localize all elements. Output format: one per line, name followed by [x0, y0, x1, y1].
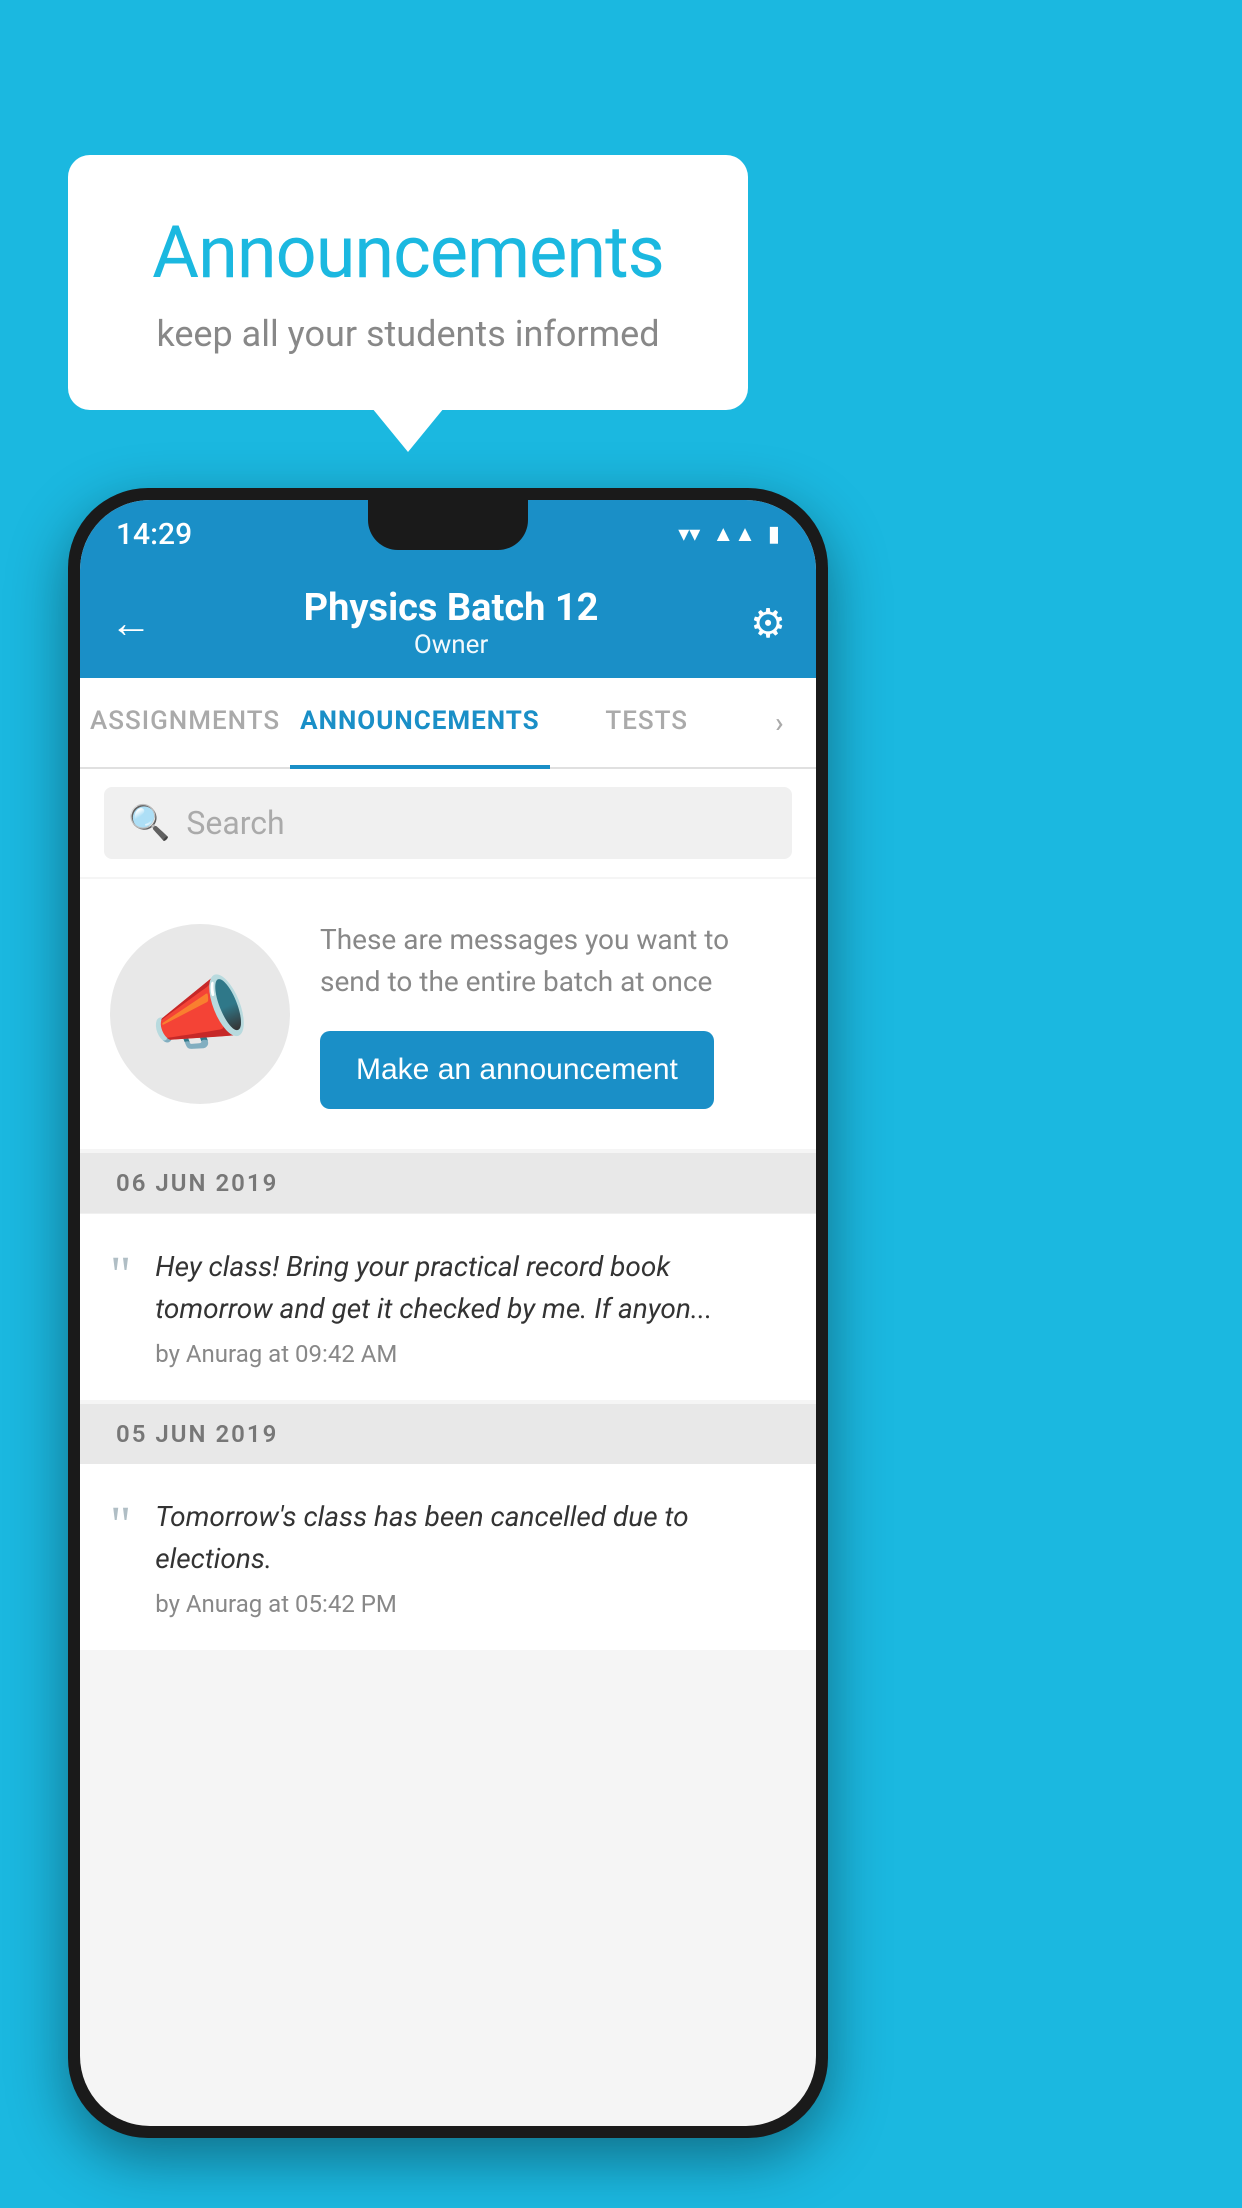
signal-icon: ▲▲: [712, 521, 756, 547]
bubble-title: Announcements: [128, 210, 688, 295]
megaphone-icon: 📣: [150, 967, 250, 1061]
speech-bubble-card: Announcements keep all your students inf…: [68, 155, 748, 410]
announcement-content-1: Hey class! Bring your practical record b…: [155, 1246, 786, 1368]
phone-mockup: 14:29 ▾▾ ▲▲ ▮ ← Physics Batch 12 Owner ⚙…: [68, 488, 828, 2138]
batch-title: Physics Batch 12: [304, 586, 599, 630]
owner-label: Owner: [304, 630, 599, 660]
phone-outer-frame: 14:29 ▾▾ ▲▲ ▮ ← Physics Batch 12 Owner ⚙…: [68, 488, 828, 2138]
search-placeholder: Search: [186, 804, 284, 842]
announcement-content-2: Tomorrow's class has been cancelled due …: [155, 1496, 786, 1618]
quote-icon-2: ": [110, 1500, 131, 1552]
quote-icon-1: ": [110, 1250, 131, 1302]
promo-right: These are messages you want to send to t…: [320, 919, 786, 1109]
tab-announcements[interactable]: ANNOUNCEMENTS: [290, 678, 549, 769]
app-header: ← Physics Batch 12 Owner ⚙: [80, 568, 816, 678]
announcement-text-2: Tomorrow's class has been cancelled due …: [155, 1496, 786, 1580]
announcement-meta-2: by Anurag at 05:42 PM: [155, 1590, 786, 1618]
tab-more[interactable]: ›: [744, 678, 816, 767]
tabs-bar: ASSIGNMENTS ANNOUNCEMENTS TESTS ›: [80, 678, 816, 769]
announcement-text-1: Hey class! Bring your practical record b…: [155, 1246, 786, 1330]
search-icon: 🔍: [128, 803, 170, 843]
back-button[interactable]: ←: [110, 599, 152, 648]
speech-bubble-section: Announcements keep all your students inf…: [68, 155, 748, 410]
tab-tests[interactable]: TESTS: [550, 678, 744, 767]
wifi-icon: ▾▾: [678, 522, 700, 547]
status-bar: 14:29 ▾▾ ▲▲ ▮: [80, 500, 816, 568]
notch: [368, 500, 528, 550]
date-separator-jun5: 05 JUN 2019: [80, 1404, 816, 1464]
status-time: 14:29: [116, 517, 192, 552]
announcement-promo: 📣 These are messages you want to send to…: [80, 879, 816, 1149]
status-icons: ▾▾ ▲▲ ▮: [678, 521, 780, 547]
battery-icon: ▮: [768, 522, 780, 547]
content-area: 🔍 Search 📣 These are messages you want t…: [80, 769, 816, 1650]
promo-description: These are messages you want to send to t…: [320, 919, 786, 1003]
bubble-subtitle: keep all your students informed: [128, 313, 688, 355]
tab-assignments[interactable]: ASSIGNMENTS: [80, 678, 290, 767]
search-bar-container: 🔍 Search: [80, 769, 816, 877]
header-center: Physics Batch 12 Owner: [304, 586, 599, 660]
settings-icon[interactable]: ⚙: [750, 600, 786, 647]
announcement-meta-1: by Anurag at 09:42 AM: [155, 1340, 786, 1368]
announcement-item-1[interactable]: " Hey class! Bring your practical record…: [80, 1213, 816, 1400]
promo-icon-circle: 📣: [110, 924, 290, 1104]
make-announcement-button[interactable]: Make an announcement: [320, 1031, 714, 1109]
phone-screen: 14:29 ▾▾ ▲▲ ▮ ← Physics Batch 12 Owner ⚙…: [80, 500, 816, 2126]
search-bar[interactable]: 🔍 Search: [104, 787, 792, 859]
announcement-item-2[interactable]: " Tomorrow's class has been cancelled du…: [80, 1464, 816, 1650]
date-separator-jun6: 06 JUN 2019: [80, 1153, 816, 1213]
